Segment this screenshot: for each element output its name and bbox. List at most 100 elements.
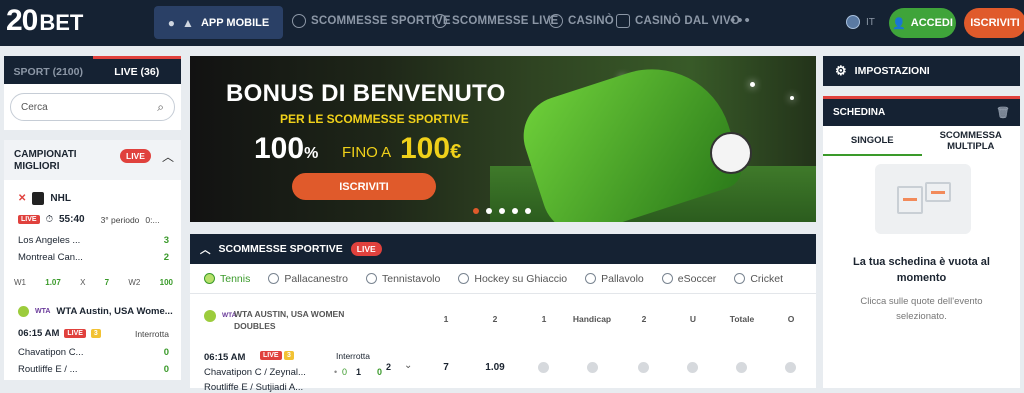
brand-logo[interactable]: 20 BET	[6, 4, 83, 42]
trash-icon[interactable]: 🗑	[996, 106, 1010, 119]
sport-cricket[interactable]: Cricket	[734, 273, 783, 285]
bonus-percent: 100%	[254, 132, 318, 166]
chevron-up-icon[interactable]: ︿	[162, 148, 174, 165]
sport-label: Cricket	[750, 272, 783, 285]
odd-button[interactable]: 1.09	[475, 362, 515, 373]
match-time: 06:15 AM	[204, 352, 246, 363]
stadium-light	[750, 82, 755, 87]
sport-live-tabs: SPORT (2100) LIVE (36)	[4, 56, 181, 84]
bet-slip-tabs: SINGOLE SCOMMESSA MULTIPLA	[823, 126, 1020, 156]
search-input[interactable]: Cerca ⌕	[10, 93, 175, 121]
app-mobile-button[interactable]: ● ▲ APP MOBILE	[154, 6, 283, 39]
basketball-icon	[268, 273, 280, 284]
carousel-dot[interactable]	[473, 208, 479, 214]
serve-indicator: •	[334, 367, 338, 377]
odds-value[interactable]: 100	[160, 278, 173, 287]
chevron-down-icon[interactable]: ⌄	[404, 360, 412, 371]
player-row[interactable]: Routliffe E / ... 0	[18, 364, 169, 375]
top-championships-header[interactable]: CAMPIONATI MIGLIORI LIVE ︿	[4, 140, 181, 180]
nav-sports-betting[interactable]: SCOMMESSE SPORTIVE	[292, 14, 451, 28]
percent-sign: %	[304, 145, 319, 162]
nhl-odds-row: W1 1.07 X 7 W2 100	[14, 278, 173, 287]
nav-live-betting[interactable]: SCOMMESSE LIVE	[433, 14, 558, 28]
tab-multiple[interactable]: SCOMMESSA MULTIPLA	[922, 126, 1021, 156]
sports-betting-header[interactable]: ︿ SCOMMESSE SPORTIVE LIVE	[190, 234, 816, 264]
odds-value[interactable]: 1.07	[45, 278, 61, 287]
match-row[interactable]: 06:15 AM LIVE 3 Interrotta Chavatipon C …	[204, 348, 816, 393]
banner-subtitle: PER LE SCOMMESSE SPORTIVE	[280, 112, 469, 126]
sport-volleyball[interactable]: Pallavolo	[585, 273, 644, 285]
bet-slip-header: SCHEDINA 🗑	[823, 96, 1020, 126]
score-cell: 0	[342, 367, 348, 377]
column-header: O	[787, 314, 795, 324]
carousel-dot[interactable]	[525, 208, 531, 214]
locked-odd-icon	[538, 362, 549, 373]
top-navigation-bar: 20 BET ● ▲ APP MOBILE SCOMMESSE SPORTIVE…	[0, 0, 1024, 46]
tab-live[interactable]: LIVE (36)	[92, 56, 181, 84]
column-header: U	[689, 314, 697, 324]
hockey-icon: ✕	[18, 193, 27, 204]
empty-slip-text: Clicca sulle quote dell'evento seleziona…	[860, 296, 983, 322]
bonus-upto: FINO A	[342, 144, 392, 161]
gear-icon: ⚙	[835, 63, 847, 78]
player-name: Routliffe E / ...	[18, 364, 78, 375]
live-badge: LIVE	[120, 149, 151, 163]
soccer-ball-icon	[292, 14, 306, 28]
odds-value[interactable]: 7	[105, 278, 109, 287]
match-status: Interrotta	[134, 328, 169, 339]
tab-sport[interactable]: SPORT (2100)	[4, 59, 93, 84]
player-row[interactable]: Chavatipon C... 0	[18, 347, 169, 358]
language-selector[interactable]: IT	[846, 15, 875, 29]
language-code: IT	[866, 16, 875, 28]
match-clock: 55:40	[58, 214, 85, 225]
settings-button[interactable]: ⚙ IMPOSTAZIONI	[823, 56, 1020, 86]
nav-casino[interactable]: CASINÒ	[549, 14, 614, 28]
nhl-league[interactable]: ✕ NHL	[18, 192, 71, 205]
sport-tennis[interactable]: Tennis	[204, 273, 250, 285]
live-badge: LIVE	[350, 242, 382, 256]
search-placeholder: Cerca	[21, 101, 48, 113]
carousel-dot[interactable]	[512, 208, 518, 214]
sport-esoccer[interactable]: eSoccer	[661, 273, 716, 285]
wta-league[interactable]: WTA WTA Austin, USA Wome...	[18, 306, 173, 317]
sports-betting-section: ︿ SCOMMESSE SPORTIVE LIVE Tennis Pallaca…	[190, 234, 816, 393]
locked-odd-icon	[785, 362, 796, 373]
player-score: 0	[163, 364, 169, 375]
player-name: Chavatipon C...	[18, 347, 84, 358]
sport-label: Pallacanestro	[284, 272, 348, 285]
team-row[interactable]: Montreal Can... 2	[18, 252, 169, 263]
match-time: 06:15 AM	[18, 328, 60, 339]
live-badge: LIVE	[260, 351, 282, 360]
sport-ice-hockey[interactable]: Hockey su Ghiaccio	[458, 273, 567, 285]
score-cell: 0	[377, 367, 383, 377]
app-mobile-label: APP MOBILE	[200, 16, 270, 29]
volleyball-icon	[585, 273, 597, 284]
tab-single[interactable]: SINGOLE	[823, 126, 922, 156]
chevron-up-icon[interactable]: ︿	[200, 242, 211, 257]
set-badge: 3	[284, 351, 294, 360]
column-header: 2	[492, 314, 498, 324]
top-championships-card: CAMPIONATI MIGLIORI LIVE ︿ ✕ NHL LIVE ⏱ …	[4, 140, 181, 380]
odd-button[interactable]: 7	[426, 362, 466, 373]
logo-number: 20	[6, 4, 38, 37]
league-name: WTA Austin, USA Wome...	[56, 306, 173, 317]
team-row[interactable]: Los Angeles ... 3	[18, 235, 169, 246]
competition-name: WTA AUSTIN, USA WOMEN DOUBLES	[234, 309, 345, 331]
sport-table-tennis[interactable]: Tennistavolo	[365, 273, 440, 285]
signup-button[interactable]: ISCRIVITI	[964, 8, 1024, 38]
bet-slip-title: SCHEDINA	[833, 107, 886, 118]
ticket-left-icon	[897, 186, 923, 214]
login-button[interactable]: 👤 ACCEDI	[889, 8, 956, 38]
login-label: ACCEDI	[910, 17, 953, 29]
more-menu-button[interactable]: •••	[730, 12, 752, 29]
sport-basketball[interactable]: Pallacanestro	[268, 273, 348, 285]
nav-live-casino[interactable]: CASINÒ DAL VIVO	[616, 14, 740, 28]
banner-signup-button[interactable]: ISCRIVITI	[292, 173, 436, 200]
welcome-bonus-banner[interactable]: BONUS DI BENVENUTO PER LE SCOMMESSE SPOR…	[190, 56, 816, 222]
carousel-dot[interactable]	[486, 208, 492, 214]
sport-filter-bar: Tennis Pallacanestro Tennistavolo Hockey…	[190, 264, 816, 294]
team-name: Montreal Can...	[18, 252, 83, 263]
carousel-dot[interactable]	[499, 208, 505, 214]
empty-ticket-illustration	[875, 164, 971, 234]
more-markets-count[interactable]: 2	[386, 362, 391, 372]
